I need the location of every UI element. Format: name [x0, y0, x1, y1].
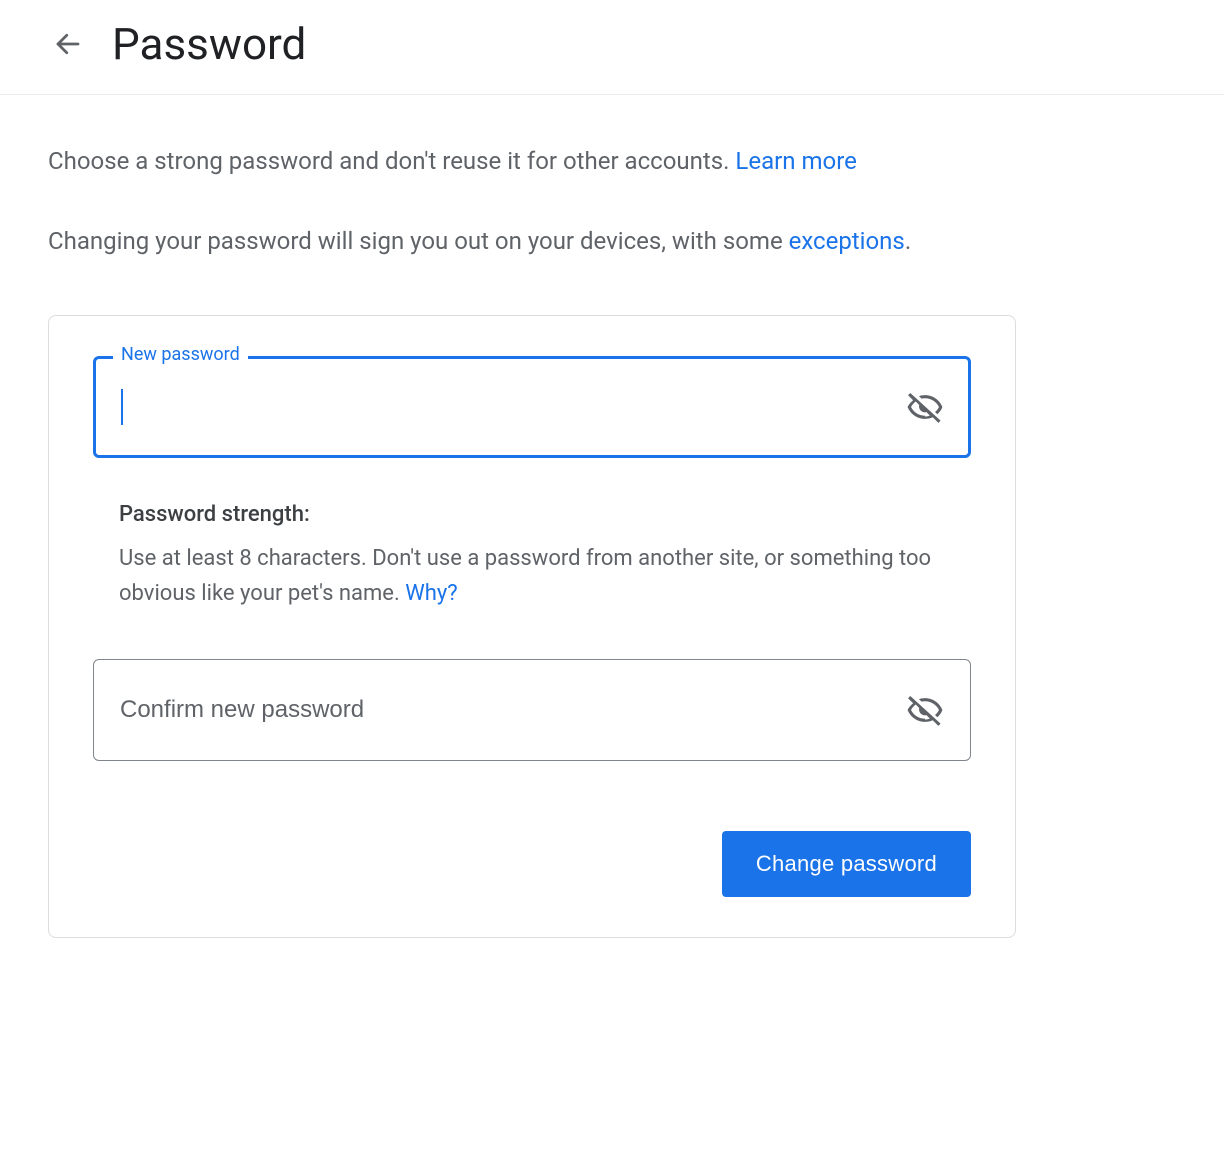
new-password-input[interactable]: [93, 356, 971, 458]
page-header: Password: [0, 0, 1224, 95]
toggle-visibility-new[interactable]: [903, 385, 947, 429]
intro-text-2-after: .: [905, 227, 911, 255]
intro-line-2: Changing your password will sign you out…: [48, 223, 1016, 259]
confirm-password-input[interactable]: [93, 659, 971, 761]
new-password-field-wrap: New password: [93, 356, 971, 458]
intro-text-2: Changing your password will sign you out…: [48, 227, 789, 255]
toggle-visibility-confirm[interactable]: [903, 688, 947, 732]
eye-off-icon: [906, 388, 944, 426]
text-caret: [121, 389, 123, 425]
back-button[interactable]: [48, 24, 88, 64]
confirm-password-field-wrap: [93, 659, 971, 761]
password-card: New password Password strength: Use at l…: [48, 315, 1016, 938]
page-title: Password: [112, 18, 306, 70]
new-password-field: New password: [93, 356, 971, 458]
back-arrow-icon: [53, 29, 83, 59]
password-strength-block: Password strength: Use at least 8 charac…: [93, 502, 971, 611]
change-password-button[interactable]: Change password: [722, 831, 971, 897]
exceptions-link[interactable]: exceptions: [789, 227, 905, 255]
learn-more-link[interactable]: Learn more: [735, 147, 856, 175]
strength-desc: Use at least 8 characters. Don't use a p…: [119, 546, 931, 606]
password-strength-title: Password strength:: [119, 502, 945, 527]
intro-line-1: Choose a strong password and don't reuse…: [48, 143, 1016, 179]
password-strength-text: Use at least 8 characters. Don't use a p…: [119, 541, 945, 611]
new-password-label: New password: [113, 344, 248, 365]
why-link[interactable]: Why?: [405, 581, 457, 606]
intro-text-1: Choose a strong password and don't reuse…: [48, 147, 735, 175]
actions-row: Change password: [93, 831, 971, 897]
eye-off-icon: [906, 691, 944, 729]
content: Choose a strong password and don't reuse…: [0, 95, 1064, 938]
